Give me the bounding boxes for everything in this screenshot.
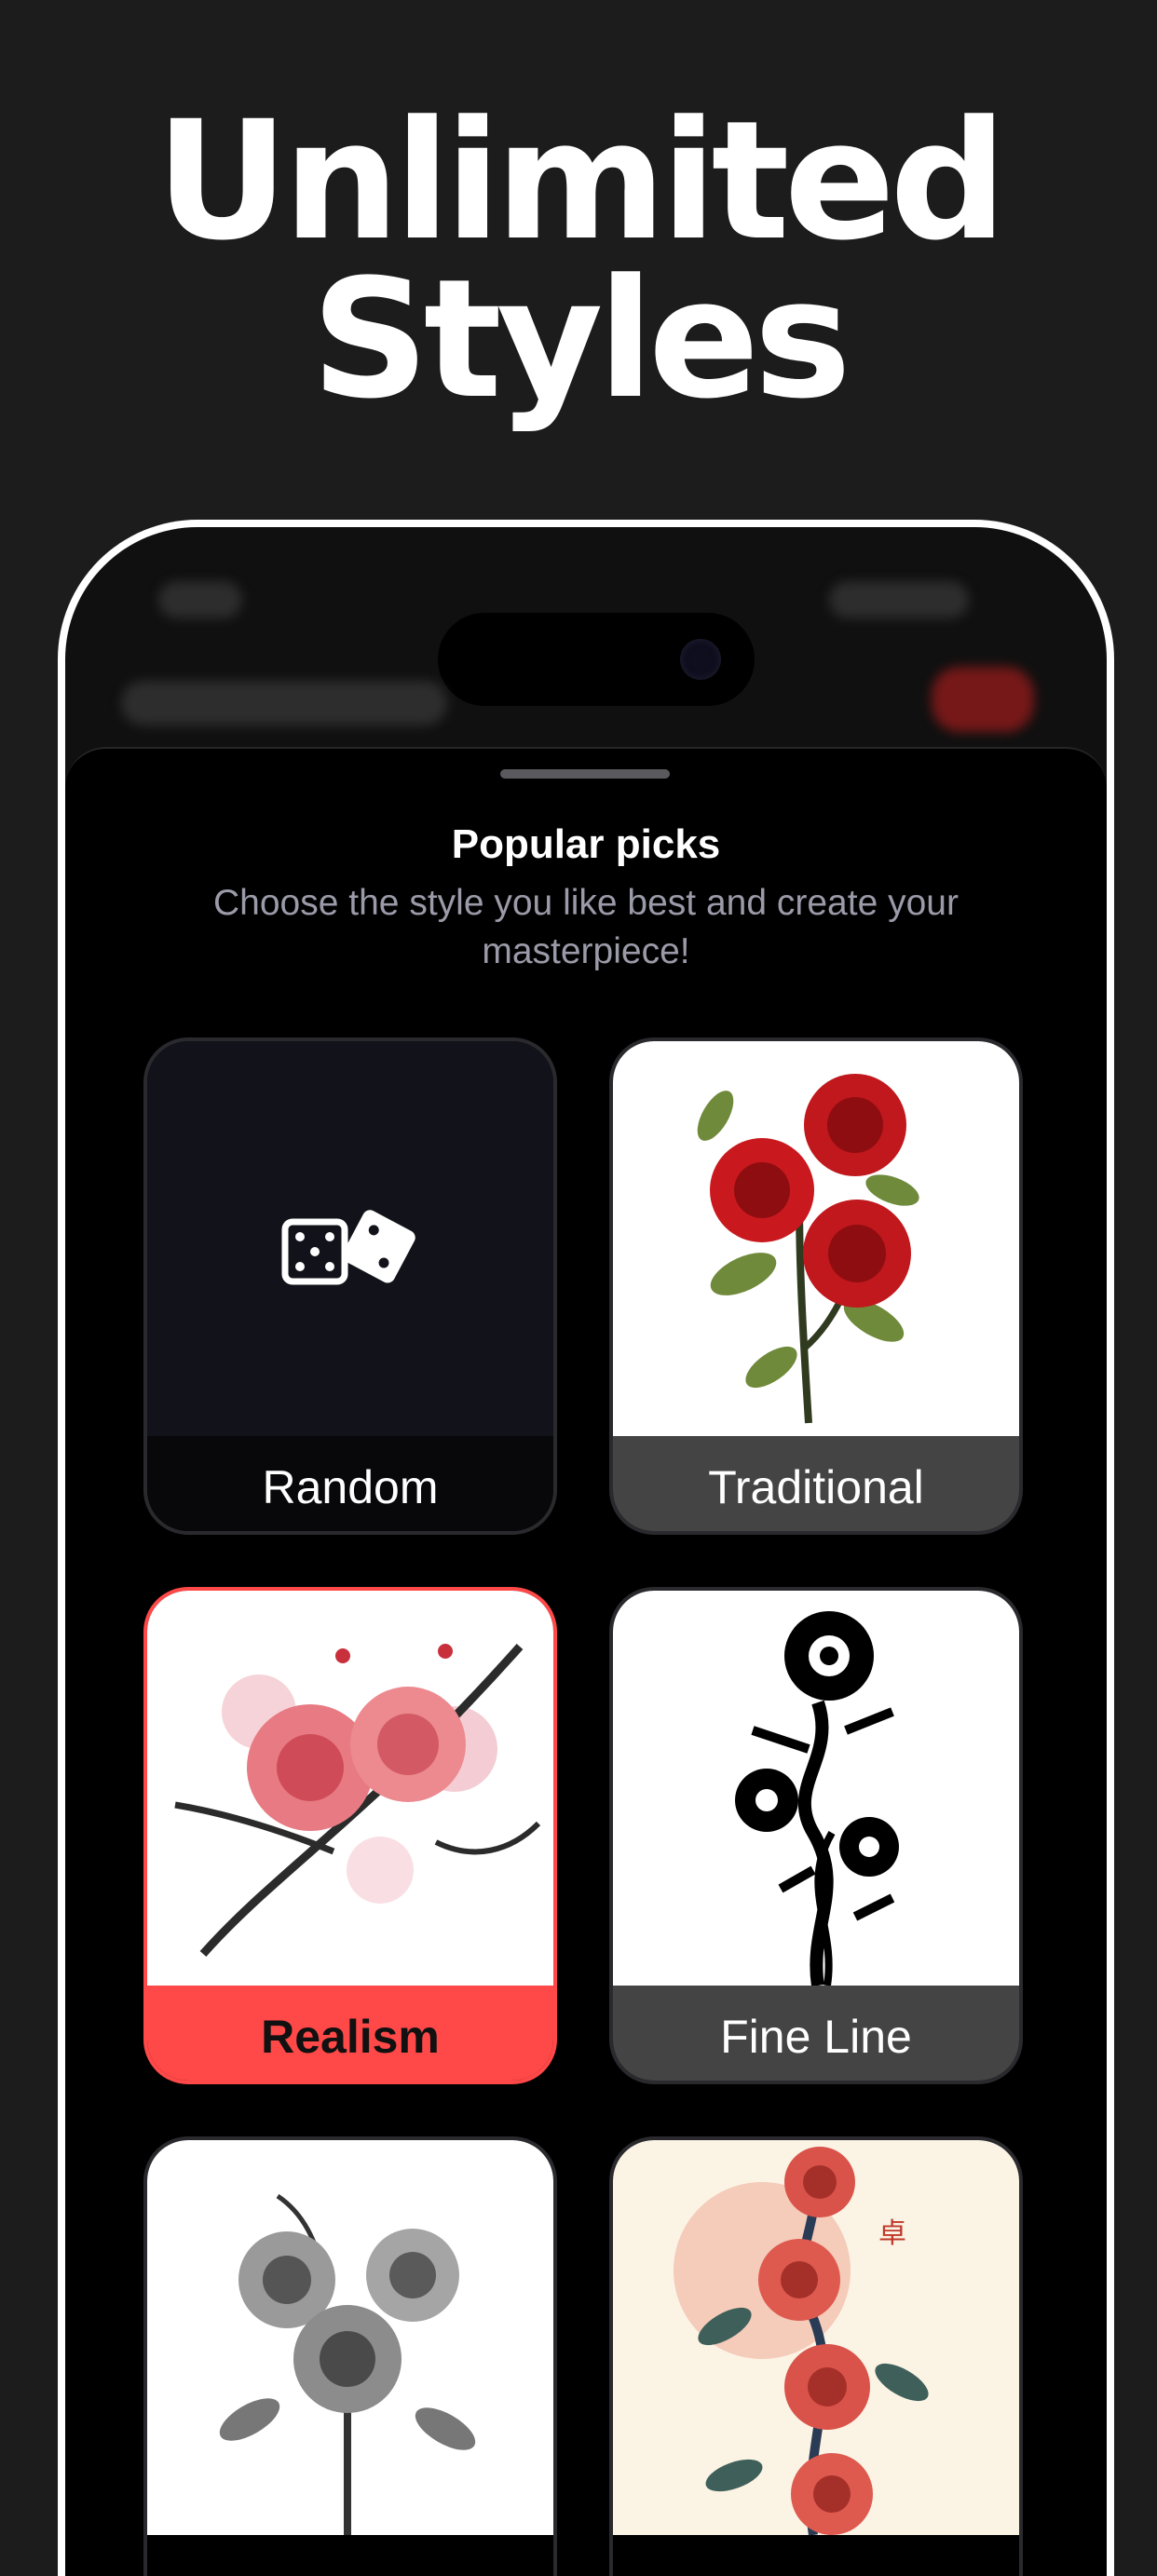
style-card-label: Realism: [147, 1986, 553, 2081]
style-card-traditional[interactable]: Traditional: [609, 1037, 1023, 1535]
blackwork-rose-image: [147, 2140, 553, 2535]
traditional-rose-image: [613, 1041, 1019, 1436]
style-card-realism[interactable]: Realism: [143, 1587, 557, 2084]
dice-icon: [281, 1210, 415, 1285]
hero-title-line1: Unlimited: [155, 86, 1007, 277]
sheet-subtitle: Choose the style you like best and creat…: [213, 883, 959, 971]
realism-rose-image: [147, 1591, 553, 1986]
phone-frame: Popular picks Choose the style you like …: [58, 520, 1114, 2576]
style-card-art: [147, 1041, 553, 1436]
sheet-title: Popular picks: [451, 821, 721, 867]
status-time-blur: [158, 581, 242, 618]
style-card-5[interactable]: [143, 2136, 557, 2576]
header-title-blur: [121, 681, 447, 725]
style-card-fine-line[interactable]: Fine Line: [609, 1587, 1023, 2084]
hero-title: Unlimited Styles: [0, 86, 1157, 435]
dynamic-island: [438, 613, 755, 706]
style-picker-sheet: Popular picks Choose the style you like …: [65, 747, 1107, 2576]
style-card-random[interactable]: Random: [143, 1037, 557, 1535]
style-card-label: Traditional: [613, 1436, 1019, 1531]
japanese-rose-image: 卓: [613, 2140, 1019, 2535]
hero-title-line2: Styles: [310, 244, 851, 435]
header-button-blur: [932, 667, 1034, 732]
sheet-grabber[interactable]: [500, 769, 670, 779]
camera-icon: [680, 639, 721, 680]
style-card-label: Random: [147, 1436, 553, 1531]
style-card-6[interactable]: 卓: [609, 2136, 1023, 2576]
fine-line-rose-image: [613, 1591, 1019, 1986]
style-card-label: Fine Line: [613, 1986, 1019, 2081]
status-icons-blur: [829, 581, 969, 618]
svg-text:卓: 卓: [878, 2217, 906, 2250]
